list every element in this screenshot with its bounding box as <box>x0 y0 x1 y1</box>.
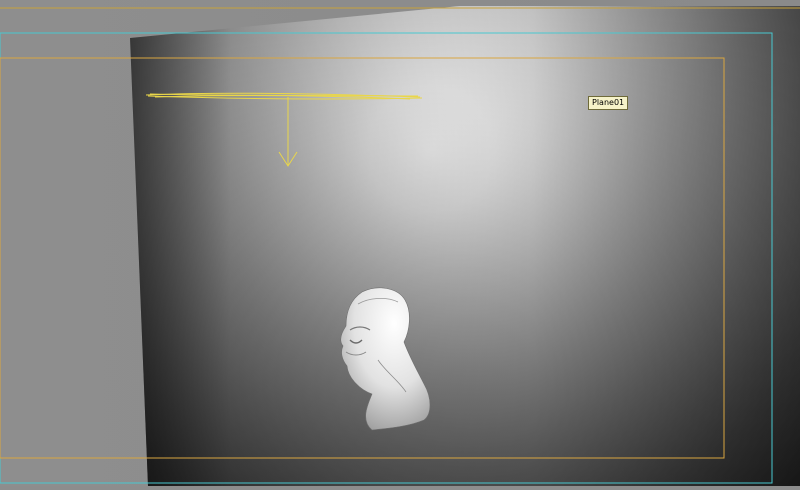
object-name-tooltip: Plane01 <box>588 96 629 110</box>
viewport-canvas[interactable] <box>0 0 800 486</box>
3d-viewport[interactable]: Plane01 <box>0 0 800 486</box>
